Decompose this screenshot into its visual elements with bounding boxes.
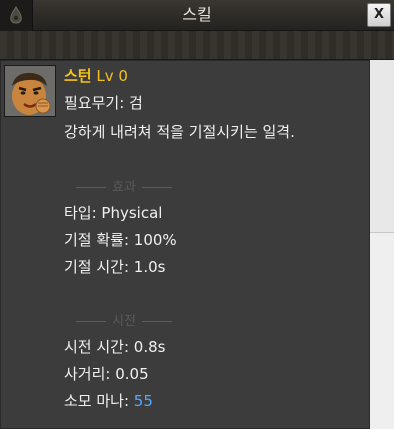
skill-type: 타입: Physical [64, 204, 163, 222]
effect-section-label: 효과 [112, 180, 136, 195]
mana-cost-label: 소모 마나: [64, 392, 134, 410]
window-title: 스킬 [182, 5, 212, 24]
skill-description: 강하게 내려쳐 적을 기절시키는 일격. [64, 123, 295, 141]
weapon-requirement: 필요무기: 검 [64, 94, 143, 112]
effect-section-header: 효과 [64, 176, 184, 195]
skill-range: 사거리: 0.05 [64, 365, 149, 383]
stun-duration: 기절 시간: 1.0s [64, 258, 166, 276]
skill-list-panel[interactable] [370, 60, 394, 429]
divider [76, 321, 107, 322]
mana-cost: 소모 마나: 55 [64, 390, 153, 411]
cast-time: 시전 시간: 0.8s [64, 338, 166, 356]
close-button[interactable]: X [367, 3, 391, 27]
skill-name: 스턴 [64, 67, 92, 85]
skill-level: Lv 0 [96, 67, 128, 85]
stun-skill-portrait-icon [4, 65, 56, 117]
skill-title: 스턴 Lv 0 [64, 65, 128, 86]
cast-section-label: 시전 [112, 314, 136, 329]
skill-window: 스킬 X 스턴 Lv 0 필요무기: 검 강하게 내려쳐 적을 기절시키는 일격… [0, 0, 394, 429]
skill-list-top [370, 60, 394, 233]
divider [141, 321, 172, 322]
skill-tooltip: 스턴 Lv 0 필요무기: 검 강하게 내려쳐 적을 기절시키는 일격. 효과 … [0, 60, 370, 429]
header-band [0, 31, 394, 60]
title-bar[interactable]: 스킬 X [0, 0, 394, 33]
divider [141, 187, 172, 188]
cast-section-header: 시전 [64, 310, 184, 329]
divider [76, 187, 107, 188]
mana-cost-value: 55 [133, 392, 153, 410]
stun-chance: 기절 확률: 100% [64, 231, 177, 249]
